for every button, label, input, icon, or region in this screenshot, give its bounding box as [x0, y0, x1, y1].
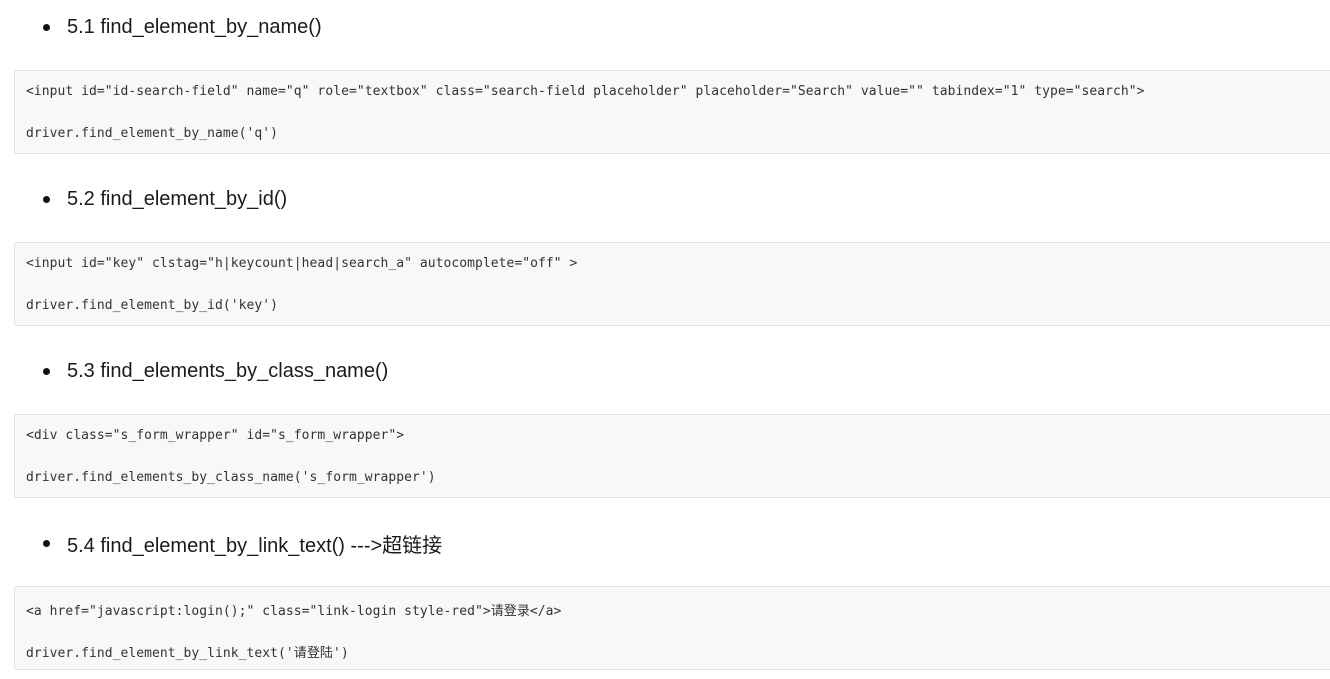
section-heading-find-element-by-id: 5.2 find_element_by_id() — [40, 184, 287, 214]
html-snippet-line: <input id="key" clstag="h|keycount|head|… — [26, 256, 578, 271]
section-heading-find-elements-by-class-name: 5.3 find_elements_by_class_name() — [40, 356, 388, 386]
code-line: driver.find_element_by_link_text('请登陆') — [26, 646, 349, 661]
bullet-icon — [43, 367, 50, 375]
code-block[interactable]: <input id="id-search-field" name="q" rol… — [14, 70, 1330, 154]
heading-text: 5.4 find_element_by_link_text() --->超链接 — [67, 534, 443, 557]
heading-text: 5.2 find_element_by_id() — [67, 187, 288, 210]
html-snippet-line: <input id="id-search-field" name="q" rol… — [26, 84, 1145, 99]
code-block[interactable]: <div class="s_form_wrapper" id="s_form_w… — [14, 414, 1330, 498]
html-snippet-line: <a href="javascript:login();" class="lin… — [26, 604, 562, 619]
bullet-icon — [43, 23, 50, 31]
html-snippet-line: <div class="s_form_wrapper" id="s_form_w… — [26, 428, 405, 443]
heading-text: 5.3 find_elements_by_class_name() — [67, 359, 389, 382]
section-heading-find-element-by-name: 5.1 find_element_by_name() — [40, 12, 322, 42]
code-line: driver.find_element_by_id('key') — [26, 298, 279, 313]
code-block[interactable]: <input id="key" clstag="h|keycount|head|… — [14, 242, 1330, 326]
bullet-icon — [43, 539, 50, 547]
code-line: driver.find_element_by_name('q') — [26, 126, 279, 141]
section-heading-find-element-by-link-text: 5.4 find_element_by_link_text() --->超链接 — [40, 528, 442, 558]
heading-text: 5.1 find_element_by_name() — [67, 15, 322, 38]
code-block[interactable]: <a href="javascript:login();" class="lin… — [14, 586, 1330, 670]
bullet-icon — [43, 195, 50, 203]
code-line: driver.find_elements_by_class_name('s_fo… — [26, 470, 436, 485]
